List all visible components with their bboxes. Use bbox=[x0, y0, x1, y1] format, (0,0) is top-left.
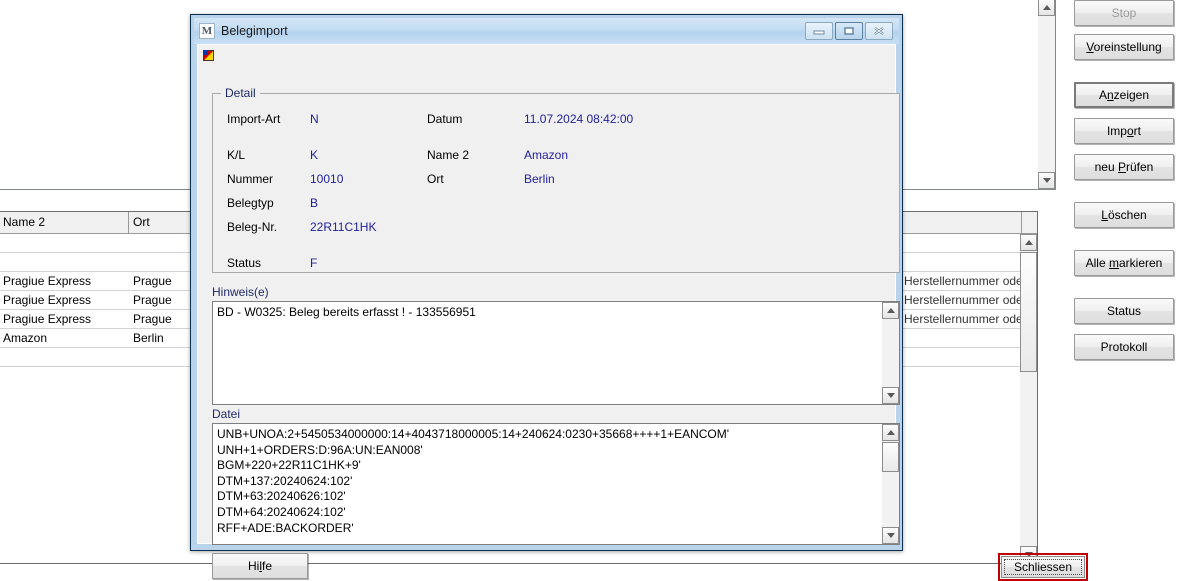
import-button[interactable]: Import bbox=[1074, 118, 1174, 144]
anzeigen-button-label: Anzeigen bbox=[1098, 88, 1150, 102]
upper-pane-scroll-up-icon[interactable] bbox=[1038, 0, 1055, 16]
detail-groupbox-legend: Detail bbox=[221, 86, 260, 100]
restore-icon[interactable] bbox=[835, 22, 863, 40]
neu-pruefen-button[interactable]: neu Prüfen bbox=[1074, 154, 1174, 180]
label-kl: K/L bbox=[227, 148, 246, 162]
cell-name2 bbox=[0, 234, 129, 252]
datei-scroll-down-icon[interactable] bbox=[882, 527, 899, 544]
belegimport-dialog: M Belegimport Detail Import-Art N K/L K … bbox=[190, 14, 1088, 581]
schliessen-button[interactable]: Schliessen bbox=[1001, 556, 1085, 578]
status-button-label: Status bbox=[1106, 304, 1142, 318]
stop-button[interactable]: Stop bbox=[1074, 0, 1174, 26]
label-beleg-nr: Beleg-Nr. bbox=[227, 220, 278, 234]
protokoll-button-label: Protokoll bbox=[1100, 340, 1148, 354]
loeschen-button[interactable]: Löschen bbox=[1074, 202, 1174, 228]
label-belegtyp: Belegtyp bbox=[227, 196, 274, 210]
dialog-frame: M Belegimport Detail Import-Art N K/L K … bbox=[191, 15, 1088, 581]
cell-note bbox=[904, 234, 1034, 252]
hilfe-button-label: Hilfe bbox=[247, 559, 273, 573]
datei-label: Datei bbox=[212, 407, 241, 421]
hinweise-scroll-up-icon[interactable] bbox=[882, 302, 899, 319]
hilfe-button[interactable]: Hilfe bbox=[212, 553, 308, 579]
label-status: Status bbox=[227, 256, 262, 270]
label-import-art: Import-Art bbox=[227, 112, 281, 126]
cell-name2 bbox=[0, 348, 129, 366]
datei-scrollbar[interactable] bbox=[882, 424, 899, 544]
documents-grid-scroll-up-icon[interactable] bbox=[1020, 234, 1037, 251]
hinweise-scroll-down-icon[interactable] bbox=[882, 387, 899, 404]
cell-name2 bbox=[0, 253, 129, 271]
hinweise-scroll-track[interactable] bbox=[882, 319, 899, 387]
datei-scroll-up-icon[interactable] bbox=[882, 424, 899, 441]
protokoll-button[interactable]: Protokoll bbox=[1074, 334, 1174, 360]
documents-grid-scroll-thumb[interactable] bbox=[1020, 252, 1037, 372]
cell-name2: Amazon bbox=[3, 331, 48, 345]
status-button[interactable]: Status bbox=[1074, 298, 1174, 324]
schliessen-button-highlight: Schliessen bbox=[998, 553, 1088, 581]
stop-button-label: Stop bbox=[1111, 6, 1137, 20]
cell-note bbox=[902, 348, 1037, 366]
import-button-label: Import bbox=[1106, 124, 1142, 138]
neu-pruefen-button-label: neu Prüfen bbox=[1094, 160, 1154, 174]
loeschen-button-label: Löschen bbox=[1101, 208, 1147, 222]
hinweise-textarea[interactable]: BD - W0325: Beleg bereits erfasst ! - 13… bbox=[212, 301, 900, 405]
cell-note: Herstellernummer ode bbox=[904, 312, 1023, 326]
hinweise-label: Hinweis(e) bbox=[212, 285, 269, 299]
value-beleg-nr: 22R11C1HK bbox=[310, 220, 377, 234]
documents-grid-scrollbar[interactable] bbox=[1020, 234, 1037, 563]
upper-pane-scrollbar[interactable] bbox=[1038, 0, 1055, 189]
datei-scroll-thumb[interactable] bbox=[882, 442, 899, 472]
value-import-art: N bbox=[310, 112, 319, 126]
cell-note bbox=[904, 253, 1034, 271]
alle-markieren-button[interactable]: Alle markieren bbox=[1074, 250, 1174, 276]
value-belegtyp: B bbox=[310, 196, 319, 210]
anzeigen-button[interactable]: Anzeigen bbox=[1074, 82, 1174, 108]
cell-name2: Pragiue Express bbox=[3, 274, 92, 288]
value-ort: Berlin bbox=[524, 172, 555, 186]
datei-textarea[interactable]: UNB+UNOA:2+5450534000000:14+404371800000… bbox=[212, 423, 900, 545]
column-header-name2[interactable]: Name 2 bbox=[0, 212, 129, 233]
hinweise-scrollbar[interactable] bbox=[882, 302, 899, 404]
dialog-body: Detail Import-Art N K/L K Nummer 10010 B… bbox=[197, 44, 1088, 581]
status-chip-icon bbox=[203, 50, 214, 61]
label-name2: Name 2 bbox=[427, 148, 470, 162]
cell-note: Herstellernummer ode bbox=[904, 293, 1023, 307]
cell-note: Herstellernummer ode bbox=[904, 274, 1023, 288]
value-status: F bbox=[310, 256, 318, 270]
voreinstellung-button[interactable]: Voreinstellung bbox=[1074, 34, 1174, 60]
close-icon[interactable] bbox=[865, 22, 893, 40]
upper-pane-scroll-down-icon[interactable] bbox=[1038, 172, 1055, 189]
action-button-column: Stop Voreinstellung Anzeigen Import neu … bbox=[1062, 0, 1180, 564]
minimize-icon[interactable] bbox=[805, 22, 833, 40]
column-header-note[interactable] bbox=[904, 212, 1022, 233]
voreinstellung-button-label: Voreinstellung bbox=[1086, 40, 1162, 54]
hinweise-content: BD - W0325: Beleg bereits erfasst ! - 13… bbox=[217, 305, 476, 319]
schliessen-button-label: Schliessen bbox=[1013, 560, 1073, 574]
application-m-icon: M bbox=[199, 23, 215, 39]
cell-name2: Pragiue Express bbox=[3, 312, 92, 326]
window-controls bbox=[805, 22, 893, 40]
label-datum: Datum bbox=[427, 112, 463, 126]
value-nummer: 10010 bbox=[310, 172, 344, 186]
cell-name2: Pragiue Express bbox=[3, 293, 92, 307]
alle-markieren-button-label: Alle markieren bbox=[1085, 256, 1163, 270]
datei-content: UNB+UNOA:2+5450534000000:14+404371800000… bbox=[217, 427, 730, 535]
cell-note bbox=[902, 329, 1037, 347]
value-kl: K bbox=[310, 148, 319, 162]
upper-pane-scroll-track[interactable] bbox=[1038, 16, 1055, 172]
label-nummer: Nummer bbox=[227, 172, 274, 186]
value-datum: 11.07.2024 08:42:00 bbox=[524, 112, 634, 126]
detail-groupbox: Detail Import-Art N K/L K Nummer 10010 B… bbox=[212, 86, 900, 273]
dialog-title-bar[interactable]: M Belegimport bbox=[194, 18, 899, 44]
label-ort: Ort bbox=[427, 172, 444, 186]
dialog-title: Belegimport bbox=[221, 24, 288, 38]
value-name2: Amazon bbox=[524, 148, 569, 162]
